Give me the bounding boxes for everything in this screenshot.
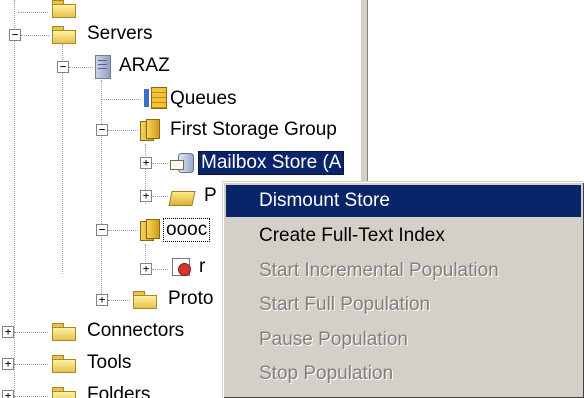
tree-line	[14, 332, 48, 333]
tree-item-tools[interactable]: Tools	[84, 351, 134, 375]
collapse-storage-group-toggle[interactable]: −	[96, 124, 108, 136]
tree-item-mailbox-store[interactable]: Mailbox Store (A	[198, 151, 345, 175]
tree-line	[14, 364, 48, 365]
menu-item-pause-population: Pause Population	[259, 329, 408, 350]
tree-line	[108, 300, 130, 301]
folder-icon	[52, 387, 76, 398]
tree-line	[101, 99, 141, 100]
expand-public-store-toggle[interactable]: +	[140, 190, 152, 202]
folder-icon	[133, 291, 157, 309]
tree-item-storage-group-2[interactable]: oooc	[163, 218, 211, 242]
expand-mailbox-toggle[interactable]: +	[140, 263, 152, 275]
tree-line	[69, 67, 93, 68]
queues-icon	[144, 87, 167, 109]
expand-protocols-toggle[interactable]: +	[96, 294, 108, 306]
tree-line	[18, 12, 48, 13]
tree-line	[152, 269, 168, 270]
menu-item-create-full-text-index[interactable]: Create Full-Text Index	[226, 220, 581, 252]
folder-icon	[52, 26, 76, 44]
public-store-icon	[168, 185, 196, 207]
mailbox-store-icon	[170, 151, 194, 173]
tree-line	[108, 230, 138, 231]
context-menu: Dismount Store Create Full-Text Index St…	[222, 181, 584, 398]
server-icon	[95, 55, 111, 79]
tree-line	[101, 80, 102, 306]
tree-line	[14, 396, 48, 397]
expand-folders-toggle[interactable]: +	[2, 390, 14, 398]
tree-item-queues[interactable]: Queues	[167, 87, 240, 111]
expand-tools-toggle[interactable]: +	[2, 358, 14, 370]
folder-icon	[52, 323, 76, 341]
menu-item-dismount-store[interactable]: Dismount Store	[226, 185, 581, 217]
tree-line	[14, 0, 15, 398]
folder-icon	[52, 0, 76, 18]
menu-item-stop-population: Stop Population	[259, 363, 394, 384]
menu-item-start-full-population: Start Full Population	[259, 294, 431, 315]
tree-line	[62, 44, 63, 274]
tree-item-mailbox[interactable]: r	[196, 255, 208, 279]
tree-line	[152, 163, 168, 164]
tree-item-araz[interactable]: ARAZ	[116, 54, 173, 78]
tree-line	[108, 130, 138, 131]
tree-item-servers[interactable]: Servers	[84, 22, 155, 46]
tree-item-connectors[interactable]: Connectors	[84, 319, 187, 343]
tree-line	[21, 35, 49, 36]
storage-group-icon	[140, 119, 162, 141]
folder-icon	[52, 355, 76, 373]
mailbox-icon	[170, 256, 192, 278]
collapse-storage-group-2-toggle[interactable]: −	[96, 224, 108, 236]
expand-mailbox-store-toggle[interactable]: +	[140, 157, 152, 169]
tree-item-protocols[interactable]: Proto	[165, 287, 216, 311]
storage-group-icon	[140, 219, 162, 241]
menu-item-start-incremental-population: Start Incremental Population	[259, 260, 499, 281]
tree-item-folders[interactable]: Folders	[84, 383, 153, 398]
collapse-server-toggle[interactable]: −	[57, 61, 69, 73]
collapse-servers-toggle[interactable]: −	[9, 29, 21, 41]
tree-line	[152, 196, 168, 197]
tree-item-public-store[interactable]: P	[201, 184, 220, 208]
tree-item-first-storage-group[interactable]: First Storage Group	[167, 118, 340, 142]
expand-connectors-toggle[interactable]: +	[2, 326, 14, 338]
